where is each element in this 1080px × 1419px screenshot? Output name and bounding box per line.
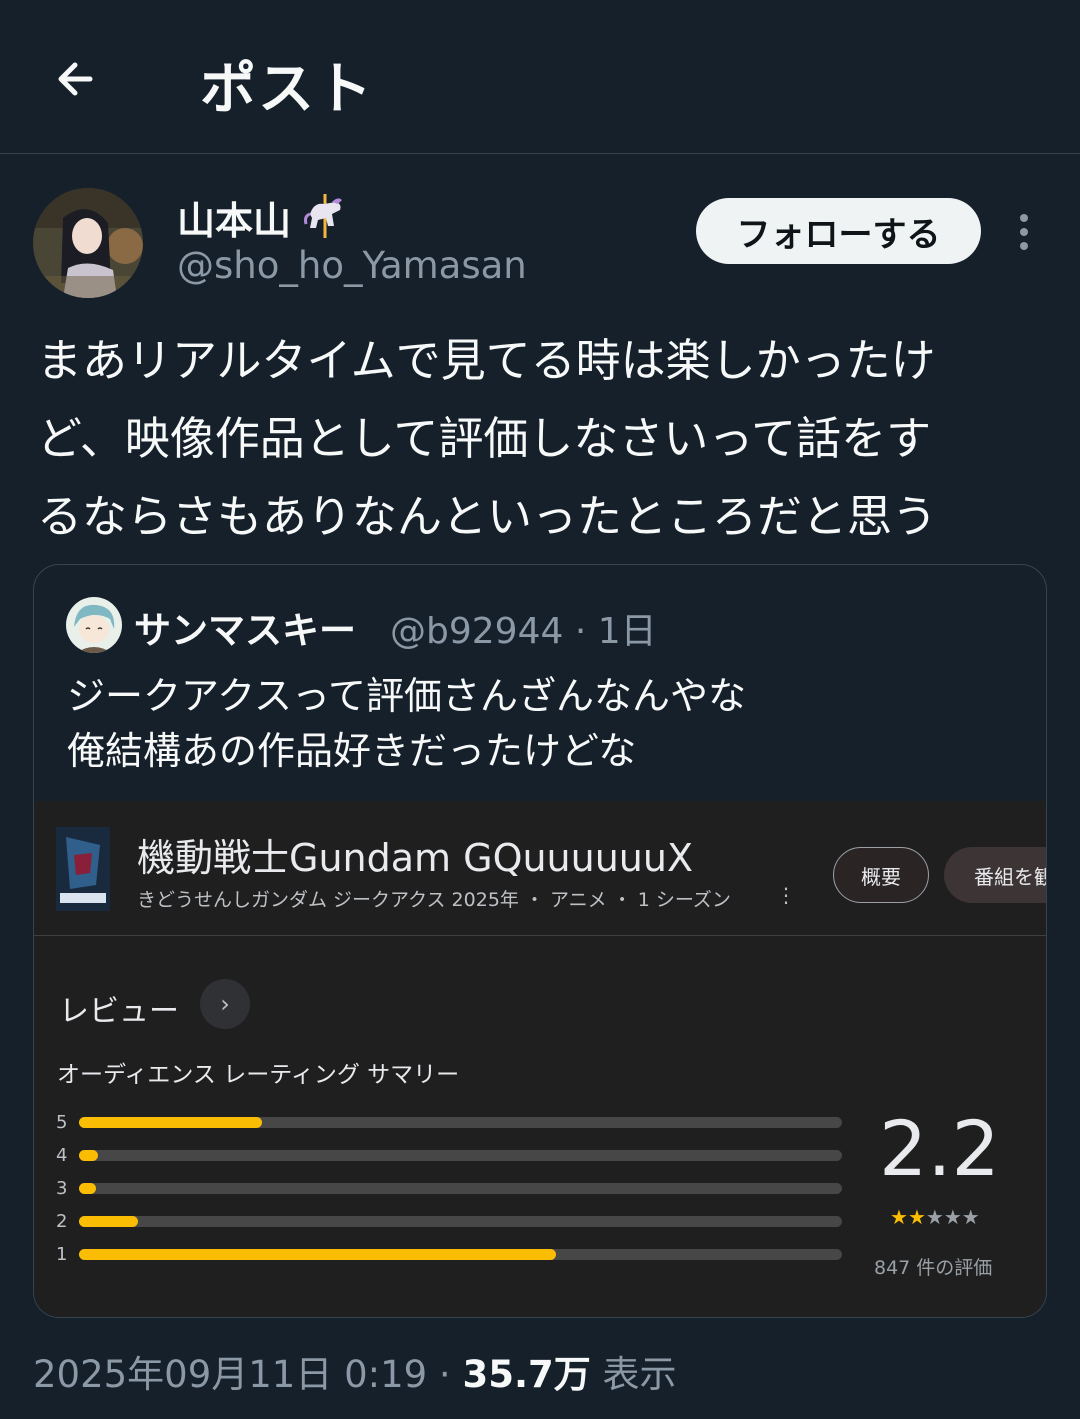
quote-text-line: 俺結構あの作品好きだったけどな xyxy=(67,729,637,773)
bar-track-4 xyxy=(79,1150,842,1161)
star-icon: ★ xyxy=(890,1205,908,1229)
arrow-left-icon[interactable] xyxy=(50,52,104,106)
bar-label-4: 4 xyxy=(56,1145,68,1166)
avatar[interactable] xyxy=(33,188,143,298)
star-icon: ★ xyxy=(925,1205,944,1229)
star-rating: ★★★★★ xyxy=(890,1205,980,1229)
follow-button[interactable]: フォローする xyxy=(696,198,981,264)
bar-track-3 xyxy=(79,1183,842,1194)
post-text-line: ど、映像作品として評価しなさいって話をす xyxy=(37,412,932,465)
bar-fill-4 xyxy=(79,1150,99,1161)
bar-label-2: 2 xyxy=(56,1211,68,1232)
top-bar: ポスト xyxy=(0,0,1080,154)
bar-track-5 xyxy=(79,1117,842,1128)
post-timestamp[interactable]: 2025年09月11日 0:19 · xyxy=(33,1353,462,1396)
view-count-label: 表示 xyxy=(590,1353,677,1396)
quote-avatar[interactable] xyxy=(66,597,122,653)
rating-distribution-chart: 5 4 3 2 1 xyxy=(34,801,1046,1317)
view-count: 35.7万 xyxy=(462,1353,591,1396)
quote-meta: @b92944 · 1日 xyxy=(390,611,657,652)
attached-image[interactable]: 機動戦士Gundam GQuuuuuuX きどうせんしガンダム ジークアクス 2… xyxy=(34,801,1046,1317)
bar-track-1 xyxy=(79,1249,842,1260)
more-vertical-icon[interactable] xyxy=(1012,212,1036,252)
post-text: まあリアルタイムで見てる時は楽しかったけ ど、映像作品として評価しなさいって話を… xyxy=(37,322,1047,556)
post-footer: 2025年09月11日 0:19 · 35.7万 表示 xyxy=(33,1344,677,1398)
carousel-horse-icon xyxy=(302,192,348,240)
bar-label-3: 3 xyxy=(56,1178,68,1199)
bar-fill-1 xyxy=(79,1249,556,1260)
bar-label-5: 5 xyxy=(56,1112,68,1133)
star-icon: ★ xyxy=(907,1205,926,1229)
bar-fill-5 xyxy=(79,1117,263,1128)
bar-fill-3 xyxy=(79,1183,96,1194)
author-handle[interactable]: @sho_ho_Yamasan xyxy=(177,244,527,287)
quote-author-name[interactable]: サンマスキー xyxy=(134,600,356,654)
author-name[interactable]: 山本山 xyxy=(177,190,291,245)
quoted-post[interactable]: サンマスキー @b92944 · 1日 ジークアクスって評価さんざんなんやな 俺… xyxy=(33,564,1047,1318)
post-text-line: るならさもありなんといったところだと思う xyxy=(37,490,938,543)
average-score: 2.2 xyxy=(879,1104,1000,1193)
bar-fill-2 xyxy=(79,1216,138,1227)
bar-track-2 xyxy=(79,1216,842,1227)
page-title: ポスト xyxy=(200,57,374,122)
star-icon: ★ xyxy=(943,1205,962,1229)
quote-text: ジークアクスって評価さんざんなんやな 俺結構あの作品好きだったけどな xyxy=(67,669,746,779)
quote-text-line: ジークアクスって評価さんざんなんやな xyxy=(67,674,747,718)
bar-label-1: 1 xyxy=(56,1244,68,1265)
star-icon: ★ xyxy=(961,1205,980,1229)
post-text-line: まあリアルタイムで見てる時は楽しかったけ xyxy=(37,334,936,387)
rating-count: 847 件の評価 xyxy=(874,1257,993,1279)
